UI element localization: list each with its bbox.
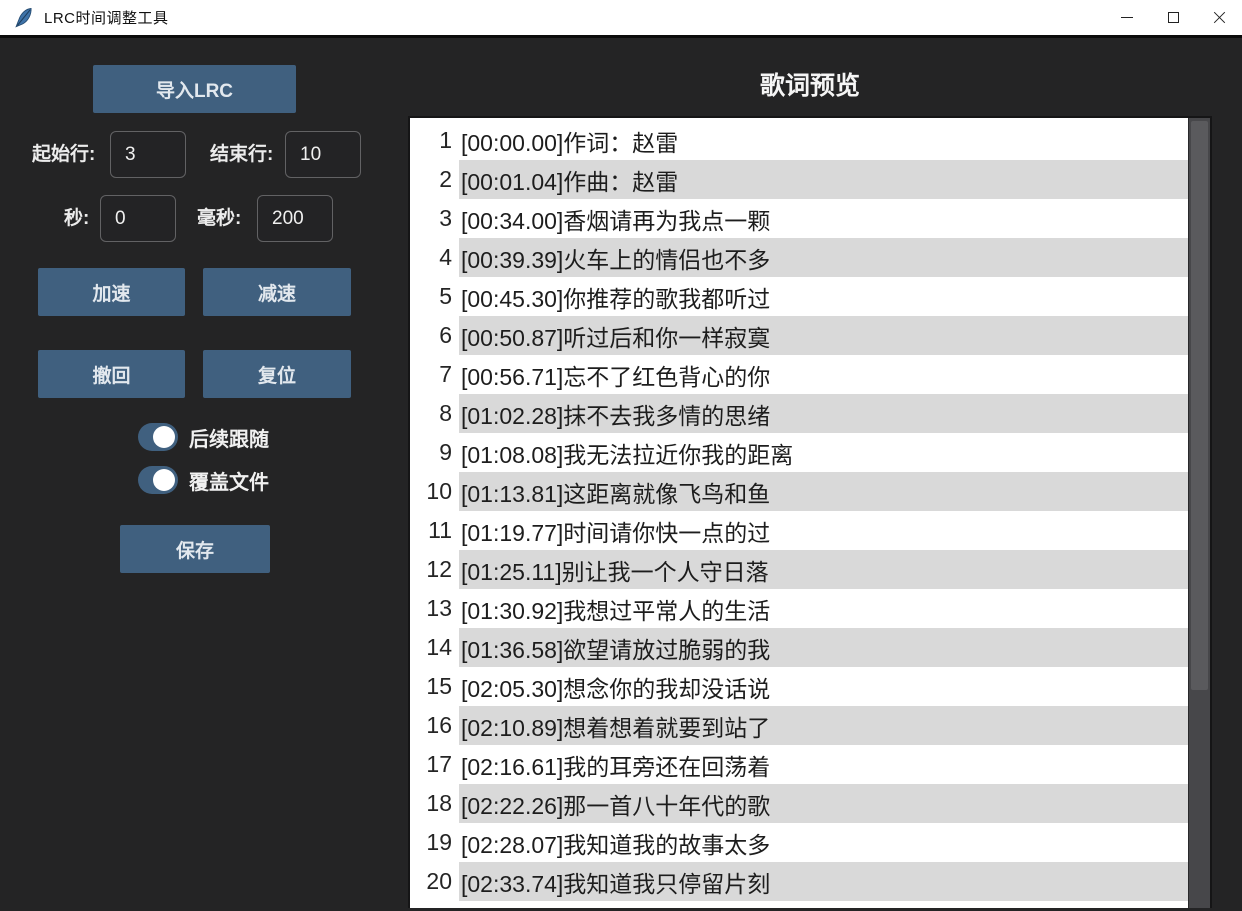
line-number: 2 (410, 166, 452, 193)
list-item[interactable]: 10 [01:13.81]这距离就像飞鸟和鱼 (410, 472, 1188, 511)
line-number: 14 (410, 634, 452, 661)
line-text: [00:50.87]听过后和你一样寂寞 (459, 316, 1188, 355)
line-number: 9 (410, 439, 452, 466)
line-text: [02:05.30]想念你的我却没话说 (459, 667, 1188, 706)
follow-toggle[interactable] (138, 423, 178, 451)
line-text: [02:16.61]我的耳旁还在回荡着 (459, 745, 1188, 784)
line-number: 1 (410, 127, 452, 154)
toggle-knob (153, 469, 175, 491)
speed-up-button[interactable]: 加速 (38, 268, 185, 316)
reset-button[interactable]: 复位 (203, 350, 351, 398)
line-text: [00:45.30]你推荐的歌我都听过 (459, 277, 1188, 316)
overwrite-toggle[interactable] (138, 466, 178, 494)
seconds-label: 秒: (64, 195, 89, 242)
list-item[interactable]: 12 [01:25.11]别让我一个人守日落 (410, 550, 1188, 589)
line-number: 8 (410, 400, 452, 427)
line-text: [02:10.89]想着想着就要到站了 (459, 706, 1188, 745)
minimize-button[interactable] (1104, 0, 1150, 35)
millis-input[interactable] (257, 195, 333, 242)
line-text: [00:56.71]忘不了红色背心的你 (459, 355, 1188, 394)
overwrite-toggle-label: 覆盖文件 (189, 466, 269, 495)
line-number: 13 (410, 595, 452, 622)
close-button[interactable] (1196, 0, 1242, 35)
list-item[interactable]: 15 [02:05.30]想念你的我却没话说 (410, 667, 1188, 706)
line-number: 3 (410, 205, 452, 232)
list-item[interactable]: 7 [00:56.71]忘不了红色背心的你 (410, 355, 1188, 394)
minimize-icon (1121, 17, 1133, 18)
list-item[interactable]: 17 [02:16.61]我的耳旁还在回荡着 (410, 745, 1188, 784)
lyrics-list-content: 1 [00:00.00]作词：赵雷 2 [00:01.04]作曲：赵雷 3 [0… (410, 118, 1188, 908)
list-item[interactable]: 18 [02:22.26]那一首八十年代的歌 (410, 784, 1188, 823)
line-text: [02:33.74]我知道我只停留片刻 (459, 862, 1188, 901)
line-number: 4 (410, 244, 452, 271)
python-feather-icon (14, 6, 34, 30)
end-line-label: 结束行: (210, 131, 273, 178)
line-number: 15 (410, 673, 452, 700)
line-text: [01:30.92]我想过平常人的生活 (459, 589, 1188, 628)
list-item[interactable]: 2 [00:01.04]作曲：赵雷 (410, 160, 1188, 199)
line-text: [01:02.28]抹不去我多情的思绪 (459, 394, 1188, 433)
toggle-knob (153, 426, 175, 448)
list-item[interactable]: 11 [01:19.77]时间请你快一点的过 (410, 511, 1188, 550)
list-item[interactable]: 1 [00:00.00]作词：赵雷 (410, 121, 1188, 160)
line-number: 16 (410, 712, 452, 739)
start-line-input[interactable] (110, 131, 186, 178)
titlebar: LRC时间调整工具 (0, 0, 1242, 38)
follow-toggle-row: 后续跟随 (138, 422, 269, 452)
line-number: 7 (410, 361, 452, 388)
line-number: 20 (410, 868, 452, 895)
line-text: [00:34.00]香烟请再为我点一颗 (459, 199, 1188, 238)
list-item[interactable]: 16 [02:10.89]想着想着就要到站了 (410, 706, 1188, 745)
line-number: 12 (410, 556, 452, 583)
undo-button[interactable]: 撤回 (38, 350, 185, 398)
follow-toggle-label: 后续跟随 (189, 423, 269, 452)
line-number: 11 (410, 517, 452, 544)
lyrics-list: 1 [00:00.00]作词：赵雷 2 [00:01.04]作曲：赵雷 3 [0… (408, 116, 1212, 908)
millis-label: 毫秒: (197, 195, 241, 242)
line-number: 10 (410, 478, 452, 505)
start-line-label: 起始行: (32, 131, 95, 178)
list-item[interactable]: 13 [01:30.92]我想过平常人的生活 (410, 589, 1188, 628)
list-item[interactable]: 8 [01:02.28]抹不去我多情的思绪 (410, 394, 1188, 433)
line-text: [01:36.58]欲望请放过脆弱的我 (459, 628, 1188, 667)
overwrite-toggle-row: 覆盖文件 (138, 465, 269, 495)
import-lrc-button[interactable]: 导入LRC (93, 65, 296, 113)
line-text: [01:19.77]时间请你快一点的过 (459, 511, 1188, 550)
line-number: 6 (410, 322, 452, 349)
line-text: [01:13.81]这距离就像飞鸟和鱼 (459, 472, 1188, 511)
line-text: [00:39.39]火车上的情侣也不多 (459, 238, 1188, 277)
maximize-icon (1168, 12, 1179, 23)
line-number: 19 (410, 829, 452, 856)
seconds-input[interactable] (100, 195, 176, 242)
maximize-button[interactable] (1150, 0, 1196, 35)
lyrics-scrollbar[interactable] (1188, 118, 1210, 908)
line-number: 5 (410, 283, 452, 310)
window-title: LRC时间调整工具 (44, 7, 169, 28)
line-text: [00:00.00]作词：赵雷 (459, 121, 1188, 160)
line-text: [02:28.07]我知道我的故事太多 (459, 823, 1188, 862)
list-item[interactable]: 9 [01:08.08]我无法拉近你我的距离 (410, 433, 1188, 472)
line-text: [01:25.11]别让我一个人守日落 (459, 550, 1188, 589)
list-item[interactable]: 3 [00:34.00]香烟请再为我点一颗 (410, 199, 1188, 238)
end-line-input[interactable] (285, 131, 361, 178)
list-item[interactable]: 14 [01:36.58]欲望请放过脆弱的我 (410, 628, 1188, 667)
slow-down-button[interactable]: 减速 (203, 268, 351, 316)
line-text: [01:08.08]我无法拉近你我的距离 (459, 433, 1188, 472)
list-item[interactable]: 19 [02:28.07]我知道我的故事太多 (410, 823, 1188, 862)
line-text: [02:22.26]那一首八十年代的歌 (459, 784, 1188, 823)
preview-title: 歌词预览 (408, 66, 1212, 102)
list-item[interactable]: 6 [00:50.87]听过后和你一样寂寞 (410, 316, 1188, 355)
close-icon (1213, 11, 1226, 24)
list-item[interactable]: 4 [00:39.39]火车上的情侣也不多 (410, 238, 1188, 277)
line-number: 18 (410, 790, 452, 817)
scrollbar-thumb[interactable] (1191, 121, 1208, 690)
line-text: [00:01.04]作曲：赵雷 (459, 160, 1188, 199)
save-button[interactable]: 保存 (120, 525, 270, 573)
line-number: 17 (410, 751, 452, 778)
list-item[interactable]: 5 [00:45.30]你推荐的歌我都听过 (410, 277, 1188, 316)
window-controls (1104, 0, 1242, 35)
main-area: 导入LRC 起始行: 结束行: 秒: 毫秒: 加速 减速 撤回 复位 后续跟随 … (0, 38, 1242, 908)
list-item[interactable]: 20 [02:33.74]我知道我只停留片刻 (410, 862, 1188, 901)
